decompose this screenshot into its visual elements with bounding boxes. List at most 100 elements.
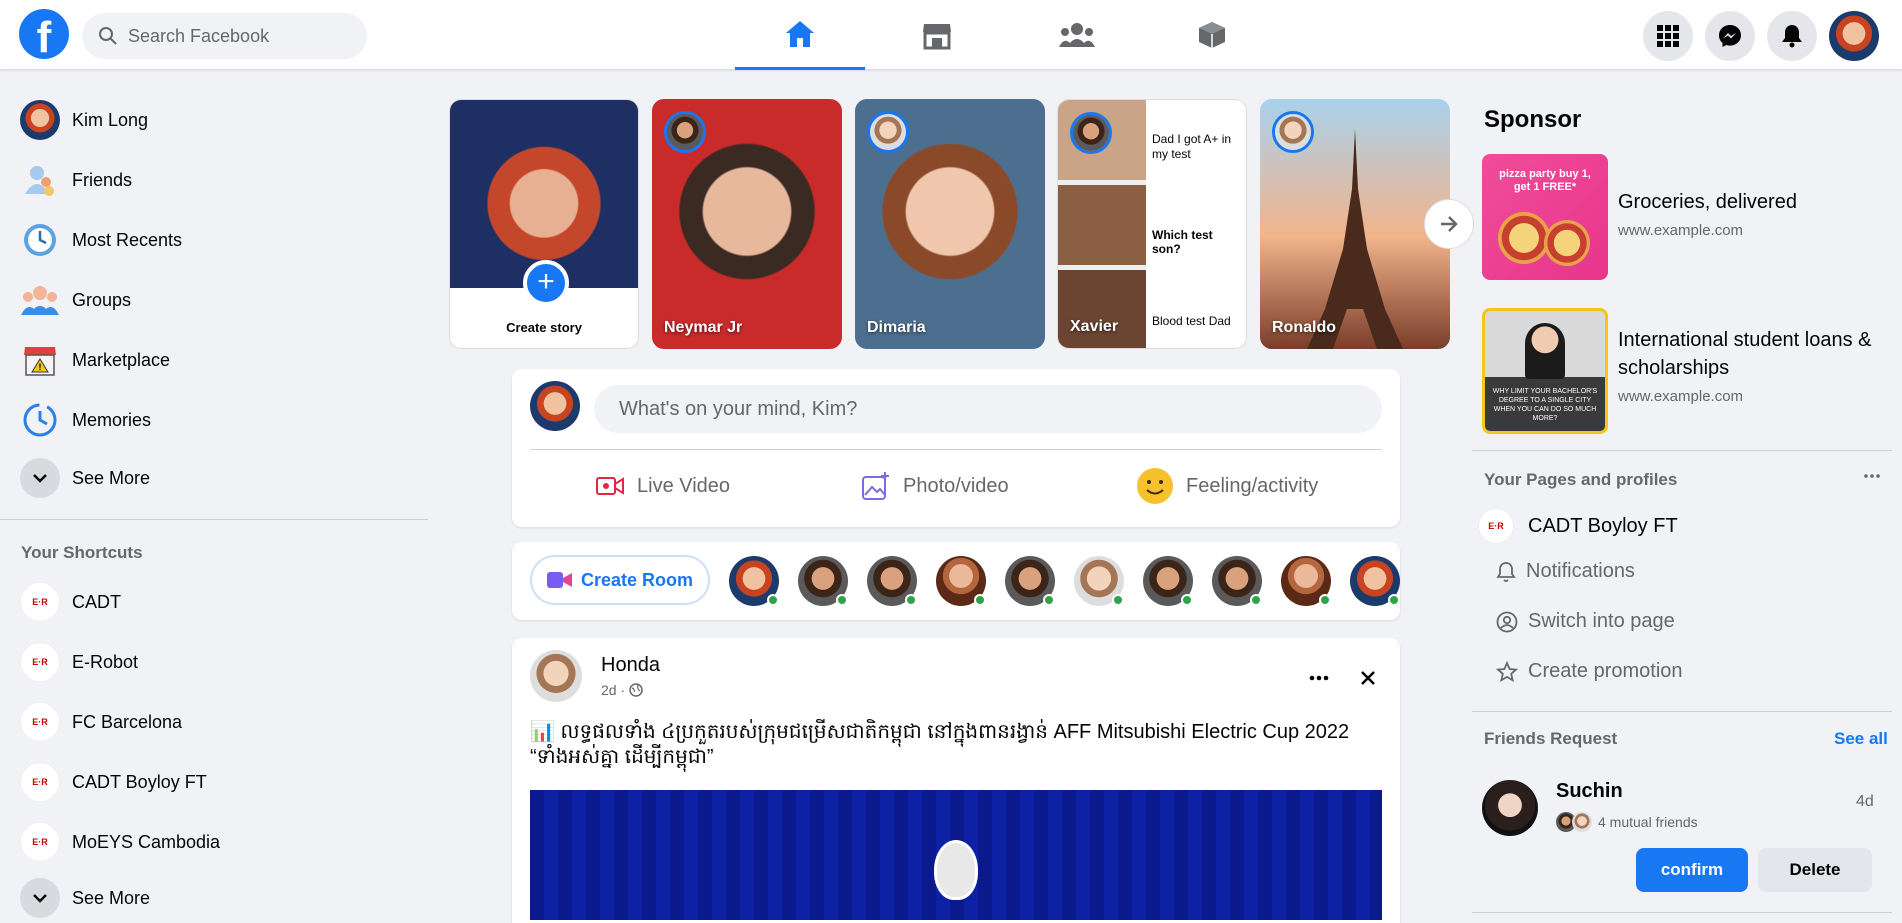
- online-friend-avatar[interactable]: [1143, 556, 1193, 606]
- online-friend-avatar[interactable]: [1005, 556, 1055, 606]
- nav-tab-marketplace[interactable]: [872, 0, 1002, 70]
- page-notifications[interactable]: Notifications: [1496, 560, 1635, 583]
- post-close-button[interactable]: [1350, 660, 1386, 696]
- online-dot: [836, 594, 848, 606]
- stories-next-button[interactable]: [1424, 199, 1474, 249]
- menu-button[interactable]: [1643, 11, 1693, 61]
- composer-input[interactable]: What's on your mind, Kim?: [594, 385, 1382, 433]
- create-promotion[interactable]: Create promotion: [1496, 660, 1683, 683]
- facebook-logo[interactable]: f: [19, 9, 69, 59]
- story-card[interactable]: Ronaldo: [1260, 99, 1450, 349]
- post-text: 📊 លទ្ធផលទាំង ៤ប្រកួតរបស់ក្រុមជម្រើសជាតិក…: [530, 721, 1350, 768]
- online-friend-avatar[interactable]: [729, 556, 779, 606]
- shortcuts-see-more[interactable]: See More: [20, 874, 150, 922]
- story-avatar: [1272, 111, 1314, 153]
- live-video-icon: [596, 477, 624, 495]
- see-all-link[interactable]: See all: [1834, 729, 1888, 749]
- nav-tab-groups[interactable]: [1012, 0, 1142, 70]
- request-name[interactable]: Suchin: [1556, 780, 1623, 803]
- page-action-label: Switch into page: [1528, 610, 1675, 632]
- page-name: CADT Boyloy FT: [1528, 514, 1678, 537]
- top-navbar: f Search Facebook: [0, 0, 1902, 70]
- post-options-button[interactable]: [1301, 660, 1337, 696]
- user-avatar[interactable]: [530, 381, 580, 431]
- svg-text:!: !: [39, 362, 42, 372]
- sidebar-item-groups[interactable]: Groups: [20, 276, 131, 324]
- close-icon: [1361, 671, 1375, 685]
- post-image[interactable]: [530, 790, 1382, 920]
- bell-icon: [1782, 25, 1802, 48]
- confirm-button[interactable]: confirm: [1636, 848, 1748, 892]
- left-sidebar: Kim Long Friends Most Recents Groups ! M…: [0, 70, 428, 923]
- online-dot: [905, 594, 917, 606]
- ad-image-student[interactable]: WHY LIMIT YOUR BACHELOR'S DEGREE TO A SI…: [1482, 308, 1608, 434]
- see-more-label: See More: [72, 467, 151, 488]
- shortcut-item-erobot[interactable]: E·R E-Robot: [20, 638, 138, 686]
- news-feed-post: Honda 2d · 📊 លទ្ធផលទាំង ៤ប្រកួតរបស់ក្រុម…: [512, 638, 1400, 923]
- online-dot: [1250, 594, 1262, 606]
- menu-grid-icon: [1657, 25, 1679, 47]
- sidebar-divider: [0, 519, 428, 520]
- online-friend-avatar[interactable]: [1074, 556, 1124, 606]
- delete-button[interactable]: Delete: [1758, 848, 1872, 892]
- shortcut-label: MoEYS Cambodia: [72, 831, 221, 852]
- online-friend-avatar[interactable]: [1281, 556, 1331, 606]
- nav-tab-home[interactable]: [735, 0, 865, 70]
- online-friend-avatar[interactable]: [1350, 556, 1400, 606]
- live-video-button[interactable]: Live Video: [595, 463, 730, 509]
- online-friend-avatar[interactable]: [798, 556, 848, 606]
- post-time[interactable]: 2d ·: [601, 682, 625, 698]
- create-room-button[interactable]: Create Room: [530, 555, 710, 605]
- feeling-activity-button[interactable]: Feeling/activity: [1136, 463, 1318, 509]
- sidebar-item-profile[interactable]: Kim Long: [20, 96, 148, 144]
- sidebar-item-friends[interactable]: Friends: [20, 156, 132, 204]
- online-friend-avatar[interactable]: [936, 556, 986, 606]
- sidebar-see-more[interactable]: See More: [20, 454, 150, 502]
- online-dot: [1043, 594, 1055, 606]
- ad-image-pizza[interactable]: pizza party buy 1, get 1 FREE*: [1482, 154, 1608, 280]
- pages-options-button[interactable]: [1858, 466, 1886, 486]
- create-story-card[interactable]: + Create story: [449, 99, 639, 349]
- page-item-cadt-boyloy[interactable]: E·R CADT Boyloy FT: [1478, 508, 1678, 544]
- pages-title: Your Pages and profiles: [1484, 470, 1678, 489]
- memories-icon: [20, 400, 60, 440]
- notifications-button[interactable]: [1767, 11, 1817, 61]
- ad-title[interactable]: Groceries, delivered: [1618, 188, 1797, 216]
- erobot-logo-icon: E·R: [20, 702, 60, 742]
- story-card[interactable]: Neymar Jr: [652, 99, 842, 349]
- search-input[interactable]: Search Facebook: [128, 26, 269, 47]
- feeling-label: Feeling/activity: [1186, 474, 1319, 497]
- photo-video-icon: [862, 472, 889, 500]
- shortcut-item-moeys[interactable]: E·R MoEYS Cambodia: [20, 818, 220, 866]
- pizza-image: [1544, 220, 1590, 266]
- ad-title[interactable]: International student loans & scholarshi…: [1618, 326, 1888, 382]
- shortcut-item-cadt[interactable]: E·R CADT: [20, 578, 121, 626]
- messenger-button[interactable]: [1705, 11, 1755, 61]
- erobot-logo-icon: E·R: [20, 642, 60, 682]
- request-avatar[interactable]: [1482, 780, 1538, 836]
- sidebar-item-most-recents[interactable]: Most Recents: [20, 216, 182, 264]
- sidebar-item-marketplace[interactable]: ! Marketplace: [20, 336, 170, 384]
- story-card[interactable]: Dad I got A+ in my test Which test son? …: [1057, 99, 1247, 349]
- photo-video-button[interactable]: Photo/video: [861, 463, 1009, 509]
- shortcut-item-cadt-boyloy[interactable]: E·R CADT Boyloy FT: [20, 758, 207, 806]
- story-card[interactable]: Dimaria: [855, 99, 1045, 349]
- shortcut-label: FC Barcelona: [72, 711, 183, 732]
- account-avatar[interactable]: [1829, 11, 1879, 61]
- online-friend-avatar[interactable]: [867, 556, 917, 606]
- switch-into-page[interactable]: Switch into page: [1496, 610, 1675, 633]
- mutual-friends: 4 mutual friends: [1556, 812, 1698, 832]
- messenger-icon: [1719, 25, 1741, 47]
- create-story-label: Create story: [506, 320, 582, 335]
- sidebar-item-memories[interactable]: Memories: [20, 396, 151, 444]
- online-dot: [974, 594, 986, 606]
- shortcut-item-fc-barcelona[interactable]: E·R FC Barcelona: [20, 698, 182, 746]
- post-author-avatar[interactable]: [530, 650, 582, 702]
- more-horizontal-icon: [1309, 675, 1329, 681]
- plus-icon[interactable]: +: [523, 260, 569, 306]
- post-author-name[interactable]: Honda: [601, 654, 660, 677]
- online-friend-avatar[interactable]: [1212, 556, 1262, 606]
- mutual-avatar: [1572, 812, 1592, 832]
- nav-tab-gaming[interactable]: [1147, 0, 1277, 70]
- search-box[interactable]: Search Facebook: [82, 13, 367, 59]
